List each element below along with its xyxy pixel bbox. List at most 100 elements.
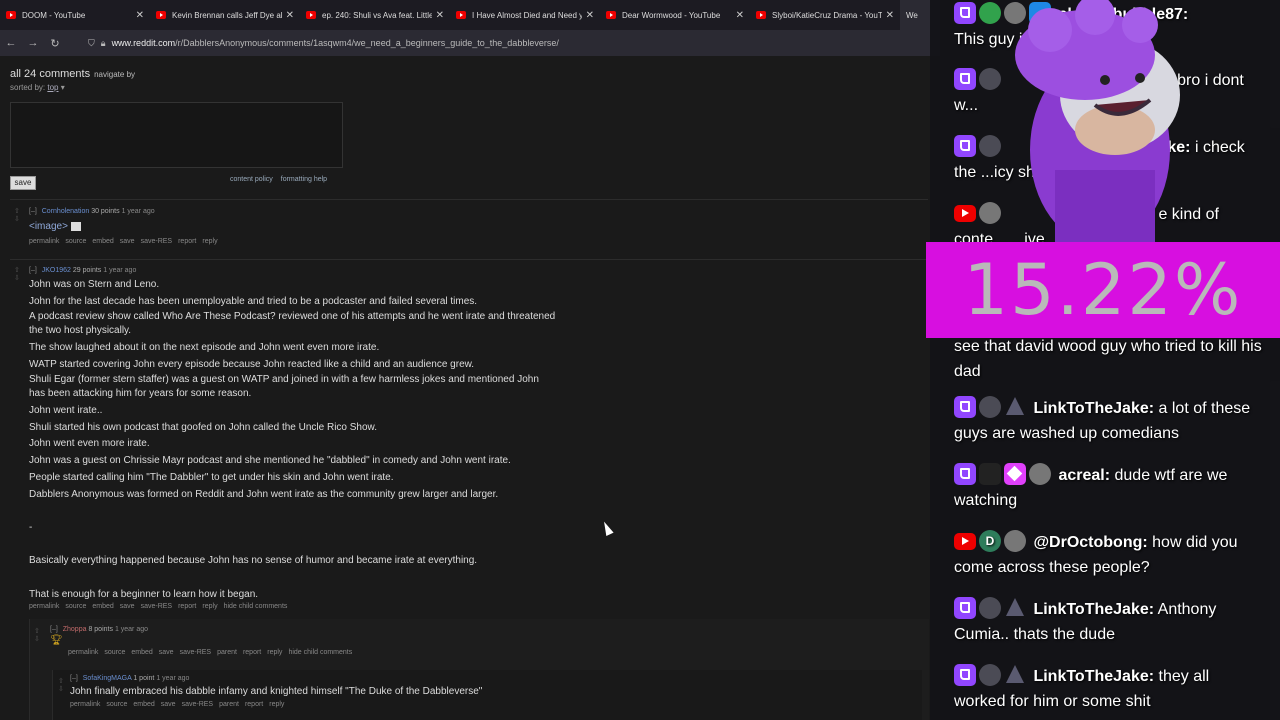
- hide-children-link[interactable]: hide child comments: [224, 603, 288, 610]
- browser-tab[interactable]: I Have Almost Died and Need y ✕: [450, 0, 600, 30]
- youtube-icon: [954, 533, 976, 551]
- browser-tab[interactable]: ep. 240: Shuli vs Ava feat. Little ✕: [300, 0, 450, 30]
- browser-tab[interactable]: Dear Wormwood - YouTube ✕: [600, 0, 750, 30]
- save-res-link[interactable]: save-RES: [182, 701, 214, 708]
- image-link[interactable]: <image>: [29, 219, 909, 236]
- collapse-toggle[interactable]: [–]: [70, 675, 78, 682]
- close-tab-icon[interactable]: ✕: [886, 10, 894, 21]
- youtube-icon: [606, 11, 616, 19]
- comment-line: Shuli Egar (former stern staffer) was a …: [29, 374, 539, 386]
- report-link[interactable]: report: [243, 649, 261, 656]
- vote-arrows[interactable]: ⇧ ⇩: [58, 678, 64, 694]
- chat-username: @DrOctobong:: [1033, 534, 1148, 551]
- embed-link[interactable]: embed: [92, 238, 113, 245]
- source-link[interactable]: source: [104, 649, 125, 656]
- navigate-by[interactable]: navigate by: [94, 70, 135, 79]
- save-res-link[interactable]: save-RES: [141, 603, 173, 610]
- source-link[interactable]: source: [65, 603, 86, 610]
- save-res-link[interactable]: save-RES: [180, 649, 212, 656]
- avatar: [979, 596, 1001, 619]
- collapse-toggle[interactable]: [–]: [29, 267, 37, 274]
- comment-author[interactable]: Zhoppa: [63, 626, 87, 633]
- comment-author[interactable]: SofaKingMAGA: [83, 675, 132, 682]
- embed-link[interactable]: embed: [131, 649, 152, 656]
- vote-arrows[interactable]: ⇧ ⇩: [14, 208, 20, 224]
- parent-link[interactable]: parent: [217, 649, 237, 656]
- chat-message: D @DrOctobong: how did you come across t…: [954, 529, 1264, 580]
- report-link[interactable]: report: [245, 701, 263, 708]
- mascot-image: [1015, 0, 1180, 245]
- browser-tab[interactable]: DOOM - YouTube ✕: [0, 0, 150, 30]
- comment-line: That is enough for a beginner to learn h…: [29, 588, 259, 600]
- comment-textarea[interactable]: [10, 102, 343, 168]
- source-link[interactable]: source: [65, 238, 86, 245]
- permalink-link[interactable]: permalink: [70, 701, 100, 708]
- comment-body: <image>: [29, 219, 909, 236]
- report-link[interactable]: report: [178, 238, 196, 245]
- comment: [–] JKO1962 29 points 1 year ago John wa…: [29, 267, 909, 610]
- embed-link[interactable]: embed: [92, 603, 113, 610]
- forward-icon[interactable]: →: [22, 37, 44, 49]
- hide-children-link[interactable]: hide child comments: [288, 649, 352, 656]
- close-tab-icon[interactable]: ✕: [736, 10, 744, 21]
- reply-link[interactable]: reply: [202, 238, 217, 245]
- url-bar[interactable]: ⛉ 🔒︎ www.reddit.com/r/DabblersAnonymous/co…: [88, 38, 559, 49]
- content-policy-link[interactable]: content policy: [230, 176, 273, 183]
- comment-tagline: [–] SofaKingMAGA 1 point 1 year ago: [70, 675, 910, 682]
- collapse-toggle[interactable]: [–]: [29, 208, 37, 215]
- reply-link[interactable]: reply: [267, 649, 282, 656]
- formatting-help-link[interactable]: formatting help: [281, 176, 327, 183]
- percent-value: 15.22%: [963, 249, 1243, 331]
- comment: [–] Cornholenation 30 points 1 year ago …: [29, 208, 909, 245]
- browser-tab[interactable]: Kevin Brennan calls Jeff Dye ab ✕: [150, 0, 300, 30]
- comment-author[interactable]: Cornholenation: [42, 208, 89, 215]
- permalink-link[interactable]: permalink: [29, 238, 59, 245]
- comment-author[interactable]: JKO1962: [42, 267, 71, 274]
- close-tab-icon[interactable]: ✕: [436, 10, 444, 21]
- twitch-icon: [954, 596, 976, 619]
- twitch-icon: [954, 134, 976, 157]
- close-tab-icon[interactable]: ✕: [136, 10, 144, 21]
- collapse-toggle[interactable]: [–]: [50, 626, 58, 633]
- gem-icon: [1004, 462, 1026, 485]
- save-res-link[interactable]: save-RES: [141, 238, 173, 245]
- twitch-icon: [954, 395, 976, 418]
- permalink-link[interactable]: permalink: [29, 603, 59, 610]
- twitch-icon: [954, 462, 976, 485]
- parent-link[interactable]: parent: [219, 701, 239, 708]
- save-link[interactable]: save: [120, 603, 135, 610]
- reload-icon[interactable]: ↻: [44, 37, 66, 50]
- comment: [–] Zhoppa 8 points 1 year ago 🏆︎ permal…: [50, 626, 910, 656]
- comment-age: 1 year ago: [156, 675, 190, 682]
- close-tab-icon[interactable]: ✕: [286, 10, 294, 21]
- report-link[interactable]: report: [178, 603, 196, 610]
- embed-link[interactable]: embed: [133, 701, 154, 708]
- source-link[interactable]: source: [106, 701, 127, 708]
- vote-arrows[interactable]: ⇧ ⇩: [34, 628, 40, 644]
- comment-line: John for the last decade has been unempl…: [29, 295, 478, 307]
- comment-line: Shuli started his own podcast that goofe…: [29, 421, 377, 433]
- reply-link[interactable]: reply: [269, 701, 284, 708]
- vote-arrows[interactable]: ⇧ ⇩: [14, 267, 20, 283]
- save-link[interactable]: save: [159, 649, 174, 656]
- browser-tab[interactable]: Slyboi/KatieCruz Drama - YouTu ✕: [750, 0, 900, 30]
- browser-nav-bar: ← → ↻ ⛉ 🔒︎ www.reddit.com/r/DabblersAnonym…: [0, 30, 940, 56]
- save-button[interactable]: save: [10, 176, 36, 190]
- save-link[interactable]: save: [120, 238, 135, 245]
- avatar: [979, 1, 1001, 24]
- save-link[interactable]: save: [161, 701, 176, 708]
- sorted-value[interactable]: top: [47, 83, 58, 92]
- reply-link[interactable]: reply: [202, 603, 217, 610]
- close-tab-icon[interactable]: ✕: [586, 10, 594, 21]
- image-icon: [70, 221, 81, 231]
- back-icon[interactable]: ←: [0, 37, 22, 49]
- avatar: [1004, 529, 1026, 552]
- avatar: [979, 67, 1001, 90]
- comment-points: 30 points: [91, 208, 120, 215]
- help-links: content policy formatting help: [230, 176, 333, 183]
- sort-selector[interactable]: sorted by: top ▾: [10, 83, 65, 92]
- lock-icon: 🔒︎: [100, 37, 106, 48]
- comment-age: 1 year ago: [121, 208, 155, 215]
- permalink-link[interactable]: permalink: [68, 649, 98, 656]
- chat-message: LinkToTheJake: Anthony Cumia.. thats the…: [954, 596, 1264, 647]
